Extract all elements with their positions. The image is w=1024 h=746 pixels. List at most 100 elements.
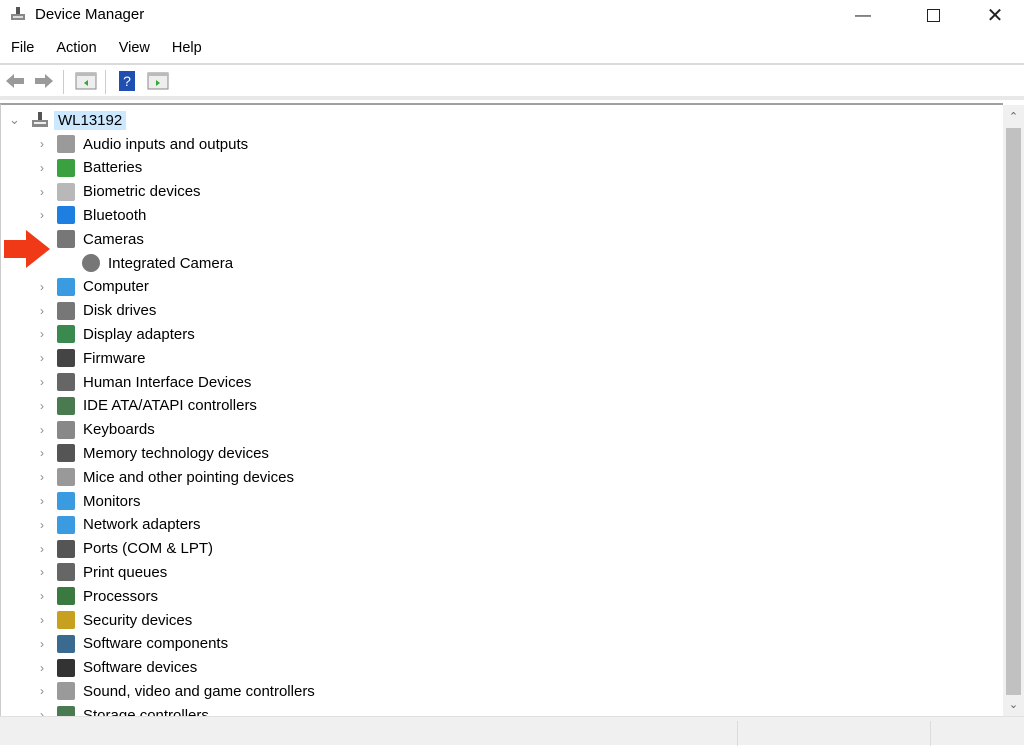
tree-item-label: Software components (83, 635, 229, 653)
chevron-right-icon[interactable]: › (37, 565, 47, 579)
toolbar-separator (63, 70, 64, 94)
camera-icon (57, 230, 75, 249)
tree-item[interactable]: › Audio inputs and outputs (1, 132, 401, 156)
tree-item-label: Processors (83, 587, 159, 605)
bluetooth-icon (57, 206, 75, 225)
chevron-right-icon[interactable]: › (37, 137, 47, 151)
forward-icon[interactable] (33, 70, 55, 92)
tree-item-label: Print queues (83, 563, 168, 581)
chevron-down-icon[interactable]: ⌄ (9, 112, 20, 128)
red-arrow-icon (4, 230, 50, 268)
chevron-right-icon[interactable]: › (37, 375, 47, 389)
chevron-right-icon[interactable]: › (37, 470, 47, 484)
menu-file[interactable]: File (0, 38, 45, 62)
mouse-icon (57, 468, 75, 487)
software-component-icon (57, 634, 75, 653)
tree-item[interactable]: › IDE ATA/ATAPI controllers (1, 394, 401, 418)
menu-action[interactable]: Action (45, 38, 107, 62)
tree-item[interactable]: › Print queues (1, 560, 401, 584)
tree-item[interactable]: › Network adapters (1, 513, 401, 537)
tree-item-label: Cameras (83, 230, 144, 248)
minimize-button[interactable]: — (840, 0, 886, 31)
properties-pane-icon[interactable] (75, 70, 97, 92)
tree-item[interactable]: › Disk drives (1, 299, 401, 323)
disk-drive-icon (57, 301, 75, 320)
tree-item-label: Sound, video and game controllers (83, 682, 315, 700)
tree-item[interactable]: › Storage controllers (1, 703, 401, 716)
chevron-right-icon[interactable]: › (37, 589, 47, 603)
tree-item[interactable]: › Software devices (1, 656, 401, 680)
title-bar: Device Manager — ✕ (0, 0, 1024, 31)
status-bar (0, 716, 1024, 746)
tree-root-label: WL13192 (54, 110, 127, 130)
menu-bar: File Action View Help (0, 38, 213, 62)
tree-item[interactable]: › Software components (1, 632, 401, 656)
tree-item-label: Display adapters (83, 325, 195, 343)
tree-item-label: Batteries (83, 159, 143, 177)
tree-item[interactable]: › Ports (COM & LPT) (1, 537, 401, 561)
firmware-icon (57, 349, 75, 368)
tree-item[interactable]: › Batteries (1, 156, 401, 180)
tree-item-label: IDE ATA/ATAPI controllers (83, 397, 257, 415)
chevron-right-icon[interactable]: › (37, 208, 47, 222)
tree-item[interactable]: › Biometric devices (1, 180, 401, 204)
chevron-right-icon[interactable]: › (37, 708, 47, 716)
close-button[interactable]: ✕ (972, 0, 1018, 31)
printer-icon (57, 563, 75, 582)
chevron-right-icon[interactable]: › (37, 399, 47, 413)
tree-item[interactable]: › Processors (1, 584, 401, 608)
chevron-right-icon[interactable]: › (37, 542, 47, 556)
menu-help[interactable]: Help (161, 38, 213, 62)
window-title: Device Manager (35, 6, 145, 23)
tree-item[interactable]: › Keyboards (1, 418, 401, 442)
chevron-right-icon[interactable]: › (37, 161, 47, 175)
tree-item[interactable]: › Sound, video and game controllers (1, 679, 401, 703)
scrollbar-thumb[interactable] (1006, 128, 1021, 695)
chevron-right-icon[interactable]: › (37, 351, 47, 365)
chevron-right-icon[interactable]: › (37, 185, 47, 199)
action-pane-icon[interactable] (147, 70, 169, 92)
chevron-right-icon[interactable]: › (37, 327, 47, 341)
chevron-right-icon[interactable]: › (37, 423, 47, 437)
tree-item[interactable]: › Mice and other pointing devices (1, 465, 401, 489)
tree-item[interactable]: › Computer (1, 275, 401, 299)
help-icon[interactable]: ? (116, 70, 138, 92)
tree-item[interactable]: › Human Interface Devices (1, 370, 401, 394)
ide-controller-icon (57, 396, 75, 415)
tree-item[interactable]: › Bluetooth (1, 203, 401, 227)
tree-item-label: Network adapters (83, 516, 201, 534)
software-device-icon (57, 658, 75, 677)
monitor-icon (57, 492, 75, 510)
tree-root[interactable]: ⌄ WL13192 (1, 108, 301, 132)
back-icon[interactable] (4, 70, 26, 92)
tree-item[interactable]: Cameras (1, 227, 401, 251)
chevron-right-icon[interactable]: › (37, 637, 47, 651)
scroll-up-button[interactable]: ⌃ (1003, 107, 1024, 127)
toolbar: ? (0, 66, 1024, 96)
chevron-right-icon[interactable]: › (37, 494, 47, 508)
chevron-right-icon[interactable]: › (37, 304, 47, 318)
tree-item-label: Keyboards (83, 421, 155, 439)
tree-child-item[interactable]: Integrated Camera (1, 251, 401, 275)
status-divider (737, 721, 738, 746)
tree-item[interactable]: › Monitors (1, 489, 401, 513)
chevron-right-icon[interactable]: › (37, 661, 47, 675)
maximize-button[interactable] (910, 0, 956, 31)
battery-icon (57, 158, 75, 177)
chevron-right-icon[interactable]: › (37, 518, 47, 532)
tree-item[interactable]: › Display adapters (1, 322, 401, 346)
tree-item[interactable]: › Security devices (1, 608, 401, 632)
chevron-right-icon[interactable]: › (37, 280, 47, 294)
tree-item[interactable]: › Memory technology devices (1, 441, 401, 465)
chevron-right-icon[interactable]: › (37, 446, 47, 460)
chevron-right-icon[interactable]: › (37, 684, 47, 698)
menu-view[interactable]: View (108, 38, 161, 62)
svg-text:?: ? (123, 73, 131, 89)
chevron-right-icon[interactable]: › (37, 613, 47, 627)
divider (0, 96, 1024, 100)
vertical-scrollbar[interactable]: ⌃ ⌄ (1003, 105, 1024, 716)
scroll-down-button[interactable]: ⌄ (1003, 695, 1024, 715)
device-tree: ⌄ WL13192 › Audio inputs and outputs › Batt… (0, 103, 1003, 716)
tree-item[interactable]: › Firmware (1, 346, 401, 370)
security-key-icon (57, 611, 75, 629)
